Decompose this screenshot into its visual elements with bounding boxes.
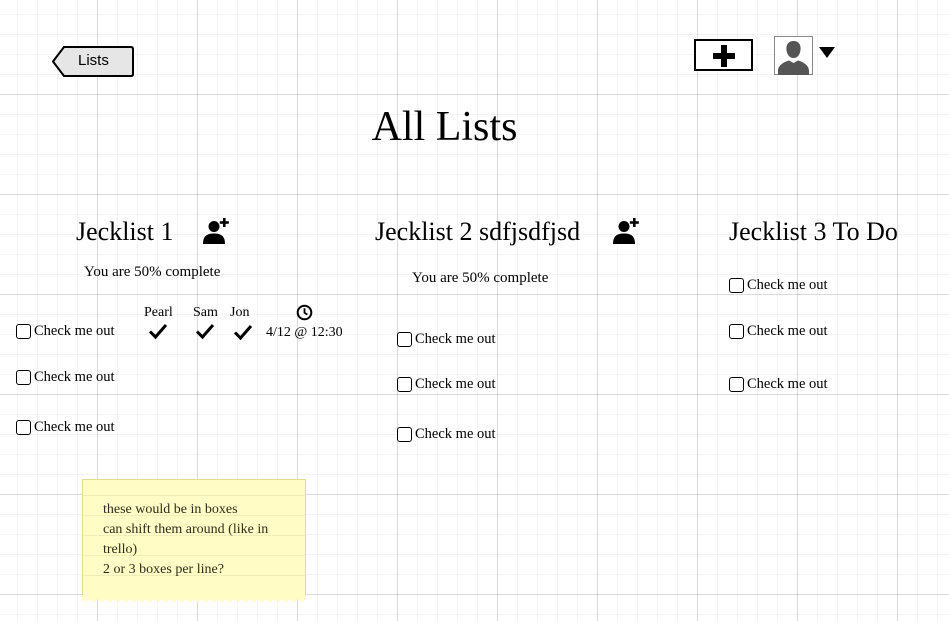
list-item[interactable]: Check me out bbox=[397, 426, 496, 443]
assignee-check[interactable] bbox=[195, 322, 215, 340]
assignee-check[interactable] bbox=[233, 323, 253, 341]
list-item[interactable]: Check me out bbox=[397, 376, 496, 393]
checkmark-icon bbox=[195, 324, 215, 340]
item-label: Check me out bbox=[747, 277, 828, 293]
plus-icon bbox=[713, 45, 735, 67]
add-list-button[interactable] bbox=[694, 39, 753, 71]
item-checkbox[interactable] bbox=[729, 324, 744, 339]
torn-edge bbox=[82, 595, 306, 602]
list-item[interactable]: Check me out bbox=[397, 331, 496, 348]
item-label: Check me out bbox=[747, 323, 828, 339]
list-title: Jecklist 1 bbox=[76, 217, 174, 246]
list-item[interactable]: Check me out bbox=[729, 277, 828, 294]
item-checkbox[interactable] bbox=[16, 420, 31, 435]
add-user-button[interactable] bbox=[202, 218, 230, 244]
checkmark-icon bbox=[148, 324, 168, 340]
list-item[interactable]: Check me out bbox=[729, 323, 828, 340]
progress-text: You are 50% complete bbox=[84, 264, 221, 280]
item-label: Check me out bbox=[34, 419, 115, 435]
assignee-check[interactable] bbox=[148, 322, 168, 340]
assignee-name: Sam bbox=[193, 305, 218, 320]
item-checkbox[interactable] bbox=[397, 377, 412, 392]
avatar-icon bbox=[774, 36, 813, 75]
assignee-name: Pearl bbox=[144, 305, 173, 320]
add-user-icon bbox=[203, 218, 229, 244]
item-label: Check me out bbox=[415, 426, 496, 442]
checkmark-icon bbox=[233, 325, 253, 341]
back-button-label: Lists bbox=[78, 52, 109, 69]
item-checkbox[interactable] bbox=[16, 324, 31, 339]
item-checkbox[interactable] bbox=[729, 377, 744, 392]
list-title: Jecklist 2 sdfjsdfjsd bbox=[375, 217, 581, 246]
list-item[interactable]: Check me out bbox=[16, 419, 115, 436]
sticky-note: these would be in boxes can shift them a… bbox=[82, 479, 306, 602]
sticky-note-text: these would be in boxes can shift them a… bbox=[103, 500, 268, 580]
page-title: All Lists bbox=[371, 104, 518, 150]
item-checkbox[interactable] bbox=[729, 278, 744, 293]
back-button[interactable]: Lists bbox=[52, 46, 134, 77]
add-user-button[interactable] bbox=[612, 218, 640, 244]
item-label: Check me out bbox=[34, 369, 115, 385]
list-title: Jecklist 3 To Do bbox=[729, 217, 898, 246]
list-item[interactable]: Check me out bbox=[16, 369, 115, 386]
assignee-name: Jon bbox=[230, 305, 250, 320]
item-checkbox[interactable] bbox=[397, 427, 412, 442]
list-item[interactable]: Check me out bbox=[729, 376, 828, 393]
user-menu-dropdown[interactable] bbox=[819, 46, 835, 58]
due-time-column bbox=[296, 304, 313, 326]
sticky-note-line: can shift them around (like in bbox=[103, 522, 269, 537]
chevron-down-icon bbox=[819, 47, 835, 58]
item-label: Check me out bbox=[747, 376, 828, 392]
item-label: Check me out bbox=[34, 323, 115, 339]
sticky-note-line: these would be in boxes bbox=[103, 502, 238, 517]
progress-text: You are 50% complete bbox=[412, 270, 549, 286]
due-timestamp: 4/12 @ 12:30 bbox=[266, 325, 343, 340]
clock-icon bbox=[296, 304, 313, 321]
list-item[interactable]: Check me out bbox=[16, 323, 115, 340]
user-avatar[interactable] bbox=[774, 36, 813, 75]
item-label: Check me out bbox=[415, 331, 496, 347]
item-checkbox[interactable] bbox=[16, 370, 31, 385]
sticky-note-line: trello) bbox=[103, 542, 138, 557]
add-user-icon bbox=[613, 218, 639, 244]
sticky-note-line: 2 or 3 boxes per line? bbox=[103, 562, 224, 577]
item-label: Check me out bbox=[415, 376, 496, 392]
item-checkbox[interactable] bbox=[397, 332, 412, 347]
